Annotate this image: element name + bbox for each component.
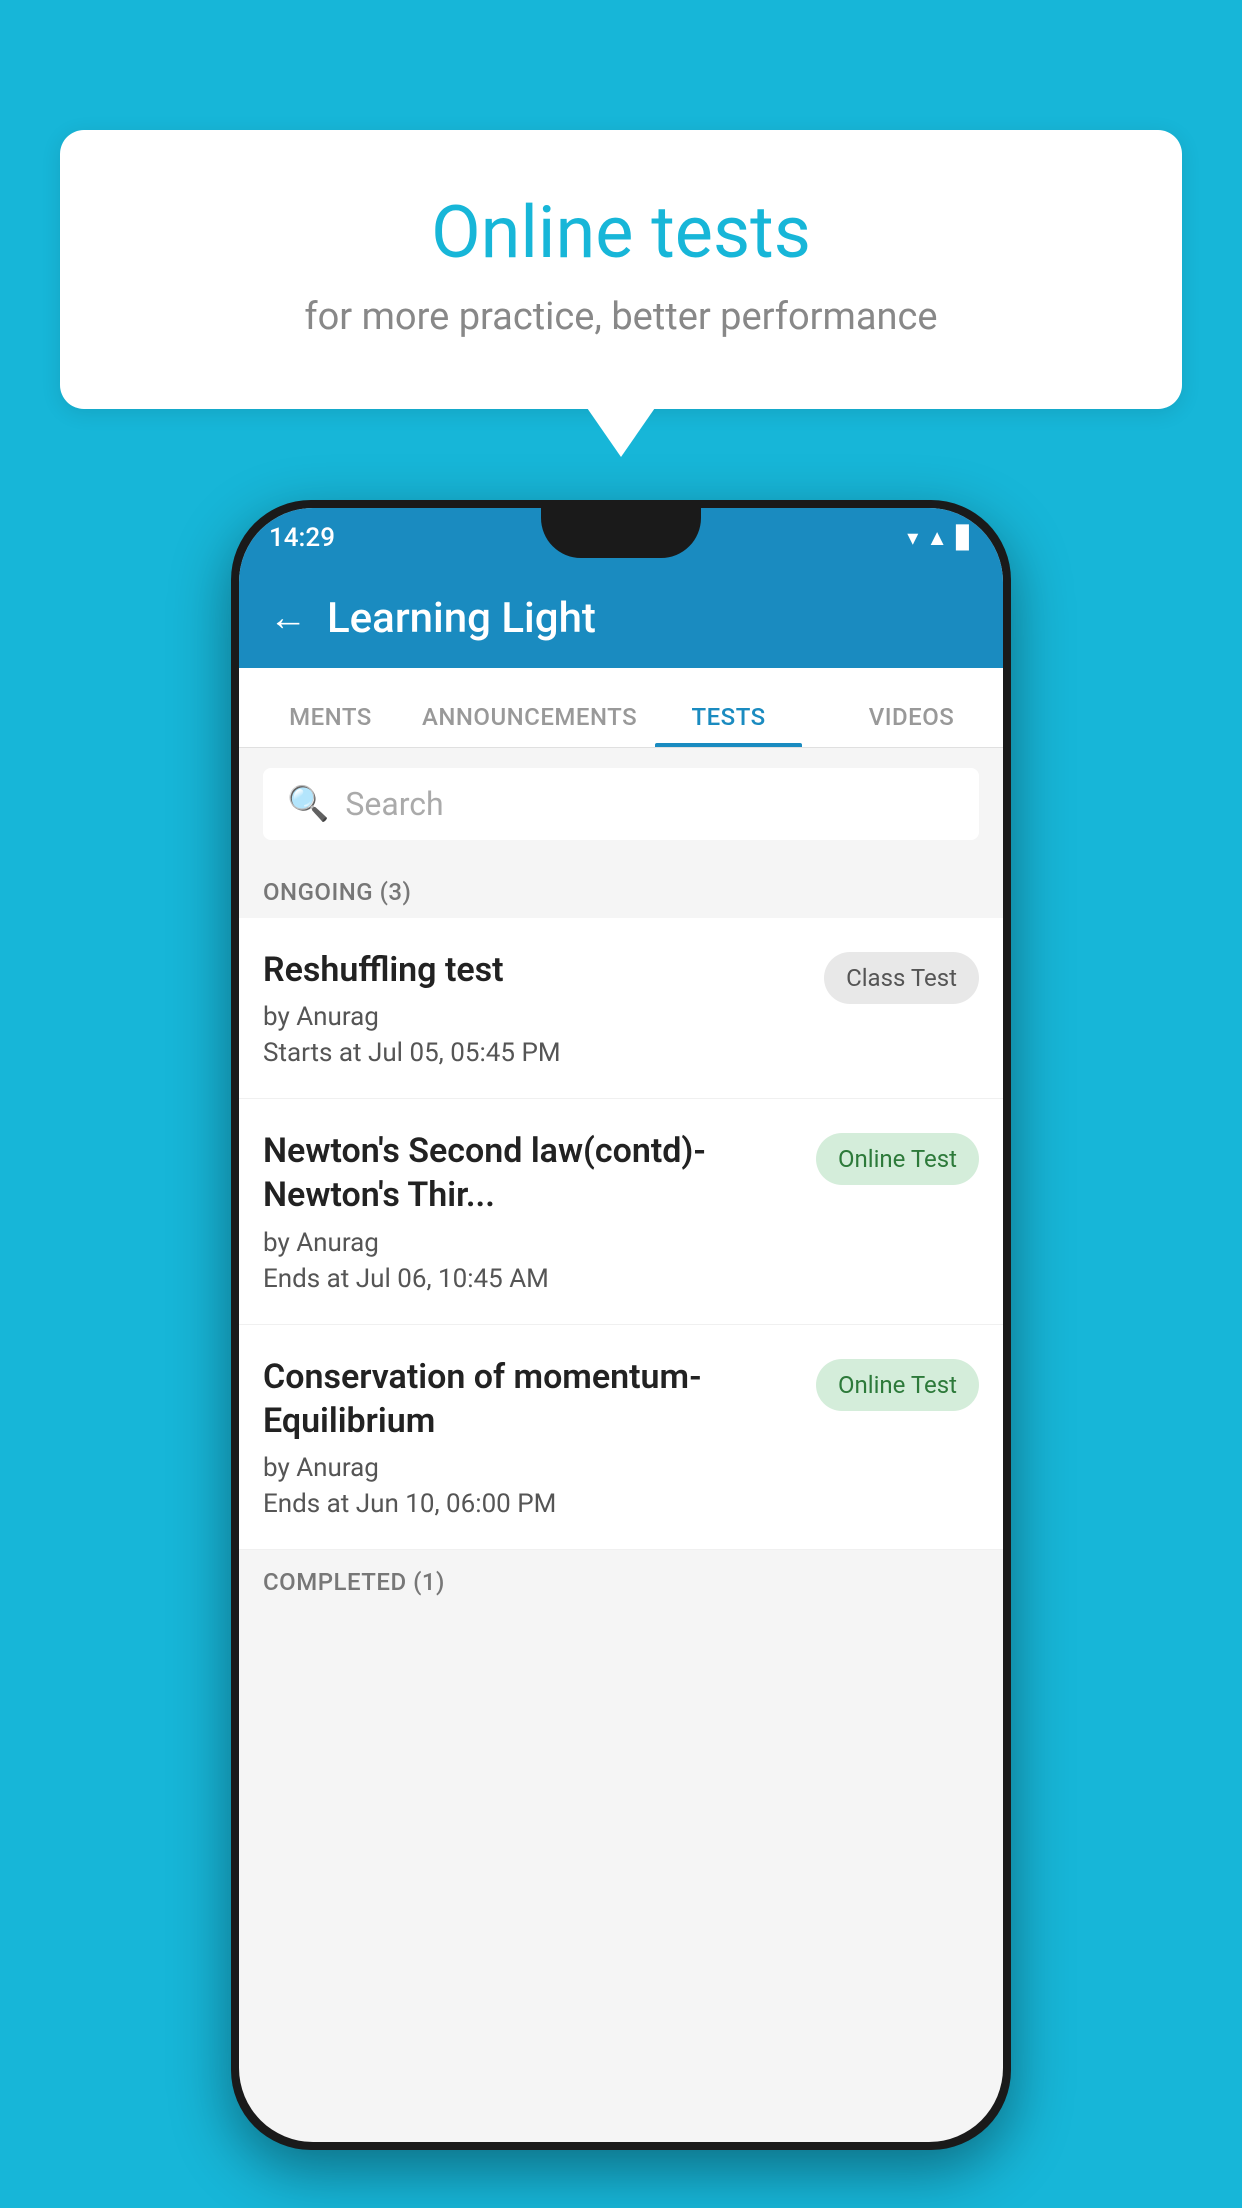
speech-bubble-container: Online tests for more practice, better p…: [60, 130, 1182, 409]
test-date: Starts at Jul 05, 05:45 PM: [263, 1038, 808, 1068]
test-date: Ends at Jul 06, 10:45 AM: [263, 1264, 800, 1294]
ongoing-section-header: ONGOING (3): [239, 860, 1003, 918]
test-name: Newton's Second law(contd)-Newton's Thir…: [263, 1129, 800, 1217]
test-item[interactable]: Newton's Second law(contd)-Newton's Thir…: [239, 1099, 1003, 1324]
test-date: Ends at Jun 10, 06:00 PM: [263, 1489, 800, 1519]
test-content: Newton's Second law(contd)-Newton's Thir…: [263, 1129, 800, 1293]
test-author: by Anurag: [263, 1002, 808, 1032]
search-icon: 🔍: [287, 784, 329, 824]
battery-icon: ▊: [956, 526, 973, 551]
wifi-icon: ▾: [907, 526, 918, 551]
tab-ments[interactable]: MENTS: [239, 703, 422, 747]
bubble-subtitle: for more practice, better performance: [140, 295, 1102, 339]
test-name: Reshuffling test: [263, 948, 808, 992]
test-badge: Class Test: [824, 952, 979, 1004]
phone-notch: [541, 508, 701, 558]
tab-tests[interactable]: TESTS: [637, 703, 820, 747]
test-name: Conservation of momentum-Equilibrium: [263, 1355, 800, 1443]
bubble-title: Online tests: [140, 190, 1102, 275]
test-author: by Anurag: [263, 1453, 800, 1483]
test-content: Conservation of momentum-Equilibrium by …: [263, 1355, 800, 1519]
phone-frame: 14:29 ▾ ▲ ▊ ← Learning Light MENTS ANNOU…: [231, 500, 1011, 2150]
status-icons: ▾ ▲ ▊: [907, 525, 973, 551]
status-time: 14:29: [269, 523, 335, 553]
signal-icon: ▲: [926, 525, 948, 551]
test-badge: Online Test: [816, 1359, 979, 1411]
search-placeholder: Search: [345, 785, 443, 823]
app-bar: ← Learning Light: [239, 568, 1003, 668]
back-button[interactable]: ←: [269, 596, 307, 640]
search-container: 🔍 Search: [239, 748, 1003, 860]
completed-section-header: COMPLETED (1): [239, 1550, 1003, 1608]
test-list: Reshuffling test by Anurag Starts at Jul…: [239, 918, 1003, 1550]
tabs-container: MENTS ANNOUNCEMENTS TESTS VIDEOS: [239, 668, 1003, 748]
test-author: by Anurag: [263, 1228, 800, 1258]
test-badge: Online Test: [816, 1133, 979, 1185]
speech-bubble: Online tests for more practice, better p…: [60, 130, 1182, 409]
test-content: Reshuffling test by Anurag Starts at Jul…: [263, 948, 808, 1068]
search-bar[interactable]: 🔍 Search: [263, 768, 979, 840]
tab-announcements[interactable]: ANNOUNCEMENTS: [422, 703, 637, 747]
test-item[interactable]: Conservation of momentum-Equilibrium by …: [239, 1325, 1003, 1550]
app-title: Learning Light: [327, 594, 596, 643]
test-item[interactable]: Reshuffling test by Anurag Starts at Jul…: [239, 918, 1003, 1099]
tab-videos[interactable]: VIDEOS: [820, 703, 1003, 747]
phone-inner: 14:29 ▾ ▲ ▊ ← Learning Light MENTS ANNOU…: [239, 508, 1003, 2142]
